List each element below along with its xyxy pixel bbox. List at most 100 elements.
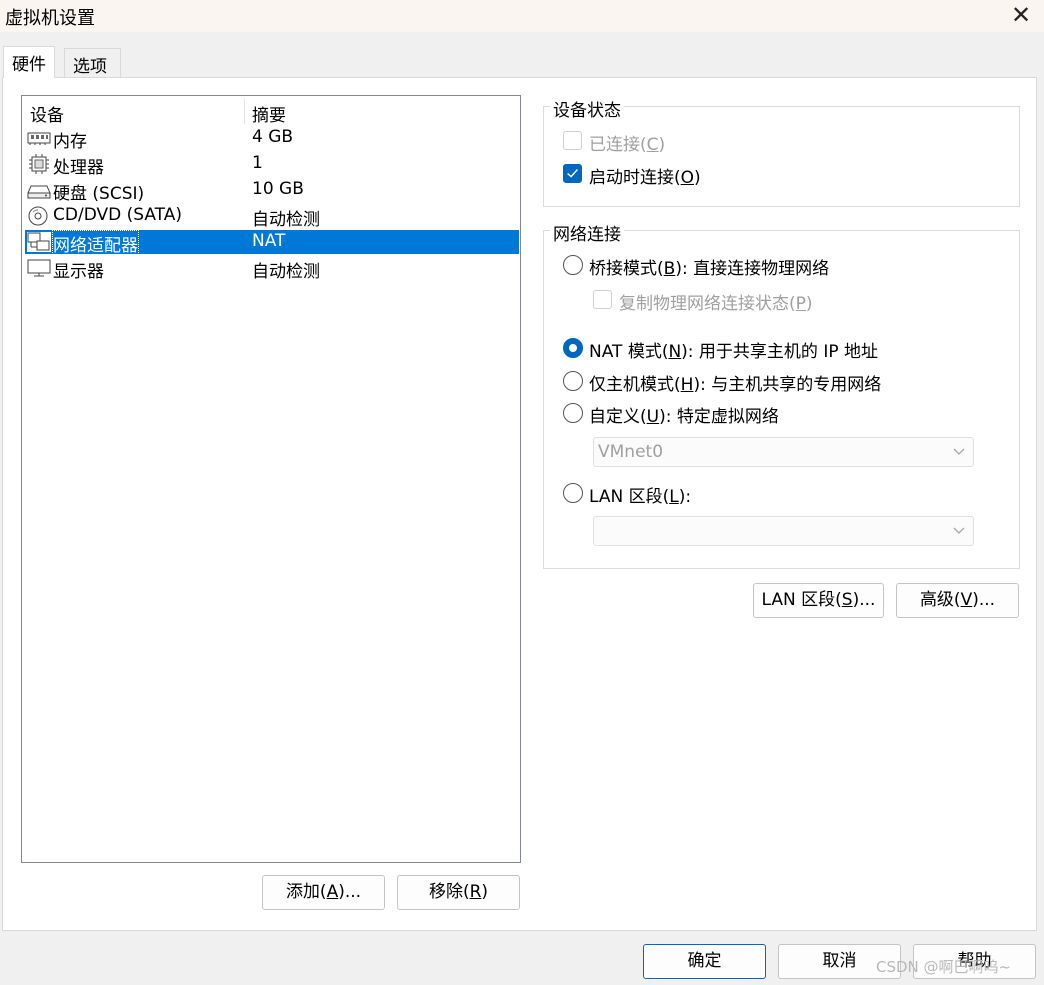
device-row-display[interactable]: 显示器 自动检测 [25,256,519,282]
device-summary: 自动检测 [252,210,320,230]
custom-text: 自定义( [589,407,647,427]
network-connection-title: 网络连接 [550,220,624,245]
device-name: 硬盘 (SCSI) [53,184,145,204]
ok-button[interactable]: 确定 [643,944,766,979]
device-row-memory[interactable]: 内存 4 GB [25,126,519,152]
bridged-label: 桥接模式(B): 直接连接物理网络 [589,254,829,279]
connect-at-power-on-checkbox[interactable] [563,164,582,183]
device-summary: 自动检测 [252,262,320,282]
device-list[interactable]: 设备 摘要 内存 4 GB 处理器 1 硬盘 (SCSI) 10 GB CD/D… [21,95,521,863]
memory-icon [27,132,51,145]
device-row-hard-disk[interactable]: 硬盘 (SCSI) 10 GB [25,178,519,204]
replicate-state-checkbox[interactable] [593,290,612,309]
nat-radio[interactable] [563,338,583,358]
replicate-state-text: 复制物理网络连接状态( [619,294,796,314]
close-icon[interactable]: ✕ [1006,1,1036,29]
device-name: 内存 [53,132,87,152]
bridged-hotkey: B [663,259,676,279]
lan-segments-button-label: LAN 区段( [761,590,842,610]
column-header-summary[interactable]: 摘要 [252,101,286,126]
cd-dvd-icon [28,206,48,226]
custom-network-select[interactable]: VMnet0 [593,437,974,467]
device-name: 处理器 [53,158,104,178]
add-button-label: 添加( [285,882,327,902]
device-list-header: 设备 摘要 [22,96,520,126]
chevron-down-icon [953,527,965,534]
lan-segment-label: LAN 区段(L): [589,482,691,507]
host-only-radio[interactable] [563,371,583,391]
connected-checkbox[interactable] [563,131,582,150]
custom-label: 自定义(U): 特定虚拟网络 [589,402,779,427]
lan-segment-suffix: ): [678,487,692,507]
tab-options[interactable]: 选项 [64,48,121,77]
device-status-title: 设备状态 [550,96,624,121]
lan-segment-text: LAN 区段( [589,487,670,507]
bridged-suffix: ): 直接连接物理网络 [675,259,830,279]
hard-disk-icon [27,185,51,199]
remove-button-label: 移除( [428,882,470,902]
connect-at-power-on-text: 启动时连接( [589,168,681,188]
device-row-cd-dvd[interactable]: CD/DVD (SATA) 自动检测 [25,204,519,230]
column-header-device[interactable]: 设备 [30,101,64,126]
connected-label: 已连接(C) [589,130,665,155]
custom-hotkey: U [646,407,660,427]
device-summary: 4 GB [252,127,294,147]
add-button[interactable]: 添加(A)... [262,875,385,910]
nat-text: NAT 模式( [589,342,669,362]
nat-suffix: ): 用于共享主机的 IP 地址 [681,342,879,362]
network-adapter-icon [27,232,51,252]
advanced-button[interactable]: 高级(V)... [896,583,1019,618]
nat-label: NAT 模式(N): 用于共享主机的 IP 地址 [589,337,878,362]
remove-button-hotkey: R [469,882,482,902]
bridged-radio[interactable] [563,255,583,275]
chevron-down-icon [953,448,965,455]
checkmark-icon [567,169,578,178]
replicate-state-hotkey: P [795,294,806,314]
connected-text: 已连接( [589,135,647,155]
device-summary: 1 [252,153,263,173]
add-button-suffix: )... [338,882,362,902]
device-row-processor[interactable]: 处理器 1 [25,152,519,178]
processor-icon [29,154,49,174]
column-divider[interactable] [244,98,245,124]
device-name: 显示器 [53,262,104,282]
host-only-text: 仅主机模式( [589,375,681,395]
host-only-label: 仅主机模式(H): 与主机共享的专用网络 [589,370,881,395]
advanced-button-label: 高级( [919,590,961,610]
device-summary: 10 GB [252,179,304,199]
connect-at-power-on-suffix: ) [694,168,701,188]
device-status-group [543,106,1020,207]
replicate-state-label: 复制物理网络连接状态(P) [619,289,813,314]
nat-hotkey: N [668,342,682,362]
bridged-text: 桥接模式( [589,259,664,279]
lan-segments-button-hotkey: S [841,590,853,610]
lan-segments-button-suffix: )... [852,590,876,610]
lan-segment-select[interactable] [593,516,974,546]
device-row-network-adapter[interactable]: 网络适配器 NAT [25,230,519,257]
device-name: 网络适配器 [52,230,139,257]
watermark: CSDN @啊巴啊呜~ [876,958,1012,976]
lan-segment-hotkey: L [669,487,679,507]
advanced-button-hotkey: V [960,590,973,610]
host-only-suffix: ): 与主机共享的专用网络 [693,375,882,395]
replicate-state-suffix: ) [805,294,813,314]
connected-suffix: ) [658,135,666,155]
window-title: 虚拟机设置 [5,8,95,29]
device-name: CD/DVD (SATA) [53,205,182,225]
custom-radio[interactable] [563,403,583,423]
connect-at-power-on-label: 启动时连接(O) [589,163,701,188]
tab-hardware[interactable]: 硬件 [3,46,55,78]
remove-button[interactable]: 移除(R) [397,875,520,910]
lan-segments-button[interactable]: LAN 区段(S)... [753,583,884,618]
connected-hotkey: C [646,135,659,155]
lan-segment-radio[interactable] [563,483,583,503]
custom-network-value: VMnet0 [598,442,664,462]
add-button-hotkey: A [326,882,339,902]
display-icon [27,259,51,277]
advanced-button-suffix: )... [972,590,996,610]
device-summary: NAT [252,231,286,251]
connect-at-power-on-hotkey: O [680,168,695,188]
host-only-hotkey: H [680,375,694,395]
title-bar: 虚拟机设置 ✕ [0,0,1044,32]
custom-suffix: ): 特定虚拟网络 [659,407,779,427]
